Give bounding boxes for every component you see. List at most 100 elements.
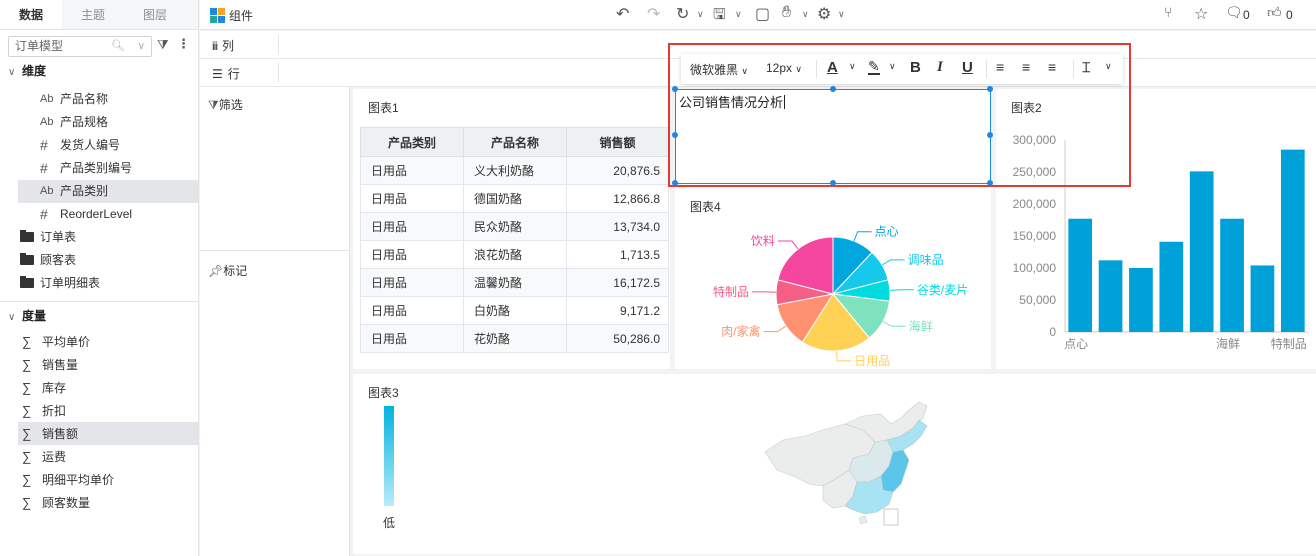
- table-header[interactable]: 产品类别: [360, 127, 464, 157]
- like-icon[interactable]: 👍︎: [1267, 4, 1282, 21]
- save-icon[interactable]: 🖫︎: [713, 4, 726, 29]
- vertical-align-icon[interactable]: ⌶: [1082, 59, 1090, 76]
- field-item[interactable]: # ReorderLevel: [0, 203, 198, 226]
- chart3-card[interactable]: 图表3 低: [353, 374, 1316, 554]
- share-icon[interactable]: ⑂: [1164, 4, 1172, 20]
- divider: [200, 250, 350, 251]
- text-component[interactable]: 公司销售情况分析: [672, 86, 993, 186]
- measure-item[interactable]: ∑ 明细平均单价: [0, 468, 198, 491]
- bar: [1189, 171, 1214, 332]
- redo-icon[interactable]: ↷: [647, 4, 660, 24]
- measure-item-selected[interactable]: ∑ 销售额: [18, 422, 198, 445]
- align-left-icon[interactable]: ≡: [996, 59, 1004, 75]
- resize-handle[interactable]: [672, 86, 678, 92]
- chart-title: 图表1: [368, 101, 399, 115]
- resize-handle[interactable]: [672, 180, 678, 186]
- pie-label: 海鲜: [909, 318, 933, 333]
- measure-item[interactable]: ∑ 库存: [0, 376, 198, 399]
- chevron-down-icon[interactable]: ∨: [889, 61, 896, 72]
- chart1-card[interactable]: 图表1 产品类别 产品名称 销售额 日用品 义大利奶酪 20,876.5 日用品 德国奶…: [353, 89, 670, 369]
- field-item[interactable]: # 产品类别编号: [0, 157, 198, 180]
- measure-item[interactable]: ∑ 平均单价: [0, 330, 198, 353]
- table-header[interactable]: 销售额: [566, 127, 669, 157]
- chevron-down-icon[interactable]: ∨: [802, 9, 809, 20]
- comment-icon[interactable]: 🗨︎: [1225, 4, 1243, 21]
- table-row[interactable]: 日用品 义大利奶酪 20,876.5: [360, 156, 669, 185]
- font-family-select[interactable]: 微软雅黑 ∨: [690, 61, 748, 78]
- table-row[interactable]: 日用品 德国奶酪 12,866.8: [360, 184, 669, 213]
- field-item[interactable]: Ab 产品名称: [0, 88, 198, 111]
- table-cell: 1,713.5: [566, 240, 669, 269]
- measures-header[interactable]: ∨ 度量: [0, 305, 198, 327]
- field-item-selected[interactable]: Ab 产品类别: [18, 180, 198, 203]
- text-content[interactable]: 公司销售情况分析: [679, 92, 786, 111]
- font-size-select[interactable]: 12px ∨: [766, 61, 802, 75]
- field-item[interactable]: Ab 产品规格: [0, 111, 198, 134]
- chevron-down-icon[interactable]: ∨: [697, 9, 704, 20]
- undo-icon[interactable]: ↶: [616, 4, 629, 24]
- table-cell: 日用品: [360, 184, 464, 213]
- bar: [1129, 268, 1153, 332]
- chevron-down-icon[interactable]: ∨: [1105, 61, 1112, 72]
- resize-handle[interactable]: [987, 86, 993, 92]
- table-item[interactable]: 订单表: [0, 226, 198, 249]
- component-button[interactable]: 组件: [210, 7, 253, 24]
- map-inset: [883, 508, 899, 526]
- chevron-down-icon: ∨: [795, 64, 802, 74]
- field-item[interactable]: # 发货人编号: [0, 134, 198, 157]
- measure-item[interactable]: ∑ 销售量: [0, 353, 198, 376]
- tab-data[interactable]: 数据: [0, 0, 62, 29]
- tab-layer[interactable]: 图层: [124, 0, 186, 29]
- star-icon[interactable]: ☆: [1194, 4, 1208, 24]
- font-color-icon[interactable]: A: [827, 59, 838, 76]
- search-icon[interactable]: 🔍︎: [111, 37, 125, 56]
- resize-handle[interactable]: [830, 180, 836, 186]
- chart2-card[interactable]: 图表2 0 50,000 100,000 150,000 200,000 250,000 3…: [996, 89, 1316, 369]
- table-row[interactable]: 日用品 白奶酪 9,171.2: [360, 296, 669, 325]
- more-icon[interactable]: ⋮: [177, 36, 190, 52]
- highlight-icon[interactable]: ✎: [868, 59, 880, 75]
- collapse-icon[interactable]: ∨: [8, 307, 22, 329]
- bold-button[interactable]: B: [910, 59, 921, 76]
- refresh-icon[interactable]: ↻: [676, 4, 689, 24]
- table-item[interactable]: 顾客表: [0, 249, 198, 272]
- tab-theme[interactable]: 主题: [62, 0, 124, 29]
- collapse-icon[interactable]: ∨: [8, 62, 22, 84]
- model-select[interactable]: 订单模型 🔍︎ ∨: [8, 36, 152, 57]
- resize-handle[interactable]: [987, 132, 993, 138]
- chevron-down-icon[interactable]: ∨: [735, 9, 742, 20]
- sigma-icon: ∑: [22, 403, 32, 418]
- table-cell: 花奶酪: [463, 324, 567, 353]
- y-tick-label: 250,000: [1013, 165, 1057, 179]
- settings-icon[interactable]: ⚙: [817, 4, 831, 24]
- measure-item[interactable]: ∑ 运费: [0, 445, 198, 468]
- measure-item[interactable]: ∑ 顾客数量: [0, 491, 198, 514]
- chevron-down-icon[interactable]: ∨: [838, 9, 845, 20]
- align-center-icon[interactable]: ≡: [1022, 59, 1030, 75]
- resize-handle[interactable]: [830, 86, 836, 92]
- dimensions-header[interactable]: ∨ 维度: [0, 60, 198, 82]
- table-row[interactable]: 日用品 温馨奶酪 16,172.5: [360, 268, 669, 297]
- underline-button[interactable]: U: [962, 59, 973, 76]
- italic-button[interactable]: I: [937, 59, 943, 76]
- preview-icon[interactable]: ▢: [755, 4, 770, 24]
- table-row[interactable]: 日用品 浪花奶酪 1,713.5: [360, 240, 669, 269]
- table-cell: 义大利奶酪: [463, 156, 567, 185]
- chevron-down-icon[interactable]: ∨: [849, 61, 856, 72]
- filter-label[interactable]: ⧩筛选: [208, 96, 243, 113]
- table-item[interactable]: 订单明细表: [0, 272, 198, 295]
- measure-item[interactable]: ∑ 折扣: [0, 399, 198, 422]
- resize-handle[interactable]: [987, 180, 993, 186]
- table-row[interactable]: 日用品 民众奶酪 13,734.0: [360, 212, 669, 241]
- chevron-down-icon[interactable]: ∨: [138, 37, 145, 56]
- table-header[interactable]: 产品名称: [463, 127, 567, 157]
- filter-icon[interactable]: ⧩: [157, 37, 169, 53]
- bar: [1220, 218, 1244, 332]
- table-row[interactable]: 日用品 花奶酪 50,286.0: [360, 324, 669, 353]
- mark-label[interactable]: 📌︎标记: [208, 262, 247, 279]
- resize-handle[interactable]: [672, 132, 678, 138]
- align-right-icon[interactable]: ≡: [1048, 59, 1056, 75]
- sigma-icon: ∑: [22, 495, 32, 510]
- hand-icon[interactable]: ✋︎: [782, 4, 791, 22]
- table-cell: 日用品: [360, 324, 464, 353]
